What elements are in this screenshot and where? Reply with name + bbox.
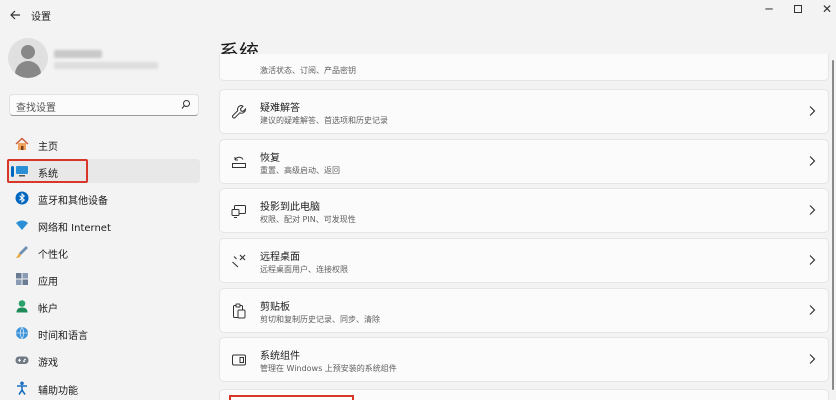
remote-desktop-icon [232, 254, 246, 268]
sidebar-item-label: 蓝牙和其他设备 [38, 196, 108, 207]
settings-card-system-components[interactable]: 系统组件 管理在 Windows 上预安装的系统组件 [219, 337, 829, 382]
chevron-right-icon [809, 354, 816, 364]
card-description: 远程桌面用户、连接权限 [260, 265, 348, 274]
settings-card-remote-desktop[interactable]: 远程桌面 远程桌面用户、连接权限 [219, 238, 829, 283]
wrench-icon [232, 104, 246, 119]
bluetooth-icon [15, 191, 29, 205]
card-title: 剪贴板 [260, 302, 290, 313]
accessibility-icon [17, 381, 27, 395]
account-icon [16, 300, 28, 313]
card-description: 权限、配对 PIN、可发现性 [260, 215, 356, 224]
sidebar-item-accounts[interactable]: 帐户 [8, 294, 200, 318]
globe-clock-icon [16, 326, 28, 340]
user-name-redacted [54, 50, 102, 58]
close-button[interactable]: ✕ [812, 0, 836, 20]
app-title: 设置 [31, 12, 51, 23]
scrollbar[interactable] [832, 60, 834, 390]
sidebar-item-accessibility[interactable]: 辅助功能 [8, 376, 200, 400]
card-title: 系统组件 [260, 351, 300, 362]
chevron-right-icon [809, 106, 816, 116]
card-title: 恢复 [260, 153, 280, 164]
sidebar-item-label: 应用 [38, 277, 58, 288]
maximize-button[interactable] [783, 0, 813, 20]
chevron-right-icon [809, 305, 816, 315]
maximize-icon [794, 5, 802, 13]
card-description: 建议的疑难解答、首选项和历史记录 [260, 116, 388, 125]
card-title: 投影到此电脑 [260, 202, 320, 213]
settings-card-activation[interactable]: 激活状态、订阅、产品密钥 [219, 54, 829, 81]
wifi-icon [16, 220, 28, 230]
clipboard-icon [233, 303, 246, 319]
sidebar-item-label: 网络和 Internet [38, 223, 111, 234]
sidebar-item-network[interactable]: 网络和 Internet [8, 213, 200, 237]
chevron-right-icon [809, 255, 816, 265]
sidebar-item-time-language[interactable]: 时间和语言 [8, 321, 200, 345]
sidebar-item-label: 主页 [38, 142, 58, 153]
chevron-right-icon [809, 156, 816, 166]
card-title: 远程桌面 [260, 252, 300, 263]
search-icon [181, 100, 190, 109]
card-title: 疑难解答 [260, 103, 300, 114]
apps-icon [16, 273, 28, 285]
settings-card-recovery[interactable]: 恢复 重置、高级启动、返回 [219, 139, 829, 184]
sidebar-item-personalization[interactable]: 个性化 [8, 240, 200, 264]
home-icon [15, 137, 29, 150]
card-description: 激活状态、订阅、产品密钥 [260, 66, 356, 75]
avatar [8, 38, 48, 78]
sidebar-item-home[interactable]: 主页 [8, 132, 200, 156]
sidebar-item-apps[interactable]: 应用 [8, 267, 200, 291]
card-description: 剪切和复制历史记录、同步、清除 [260, 315, 380, 324]
sidebar-item-gaming[interactable]: 游戏 [8, 348, 200, 372]
back-arrow-icon[interactable] [6, 6, 24, 24]
search-input[interactable]: 查找设置 [9, 94, 199, 116]
settings-card-project-to-pc[interactable]: 投影到此电脑 权限、配对 PIN、可发现性 [219, 188, 829, 233]
chevron-right-icon [809, 205, 816, 215]
sidebar-item-bluetooth[interactable]: 蓝牙和其他设备 [8, 186, 200, 210]
minimize-button[interactable]: ─ [754, 0, 784, 20]
sidebar-item-label: 辅助功能 [38, 386, 78, 397]
gamepad-icon [15, 356, 29, 364]
sidebar-item-label: 游戏 [38, 358, 58, 369]
search-placeholder: 查找设置 [16, 103, 56, 114]
card-description: 重置、高级启动、返回 [260, 166, 340, 175]
brush-icon [16, 246, 28, 258]
sidebar-item-label: 帐户 [38, 304, 58, 315]
settings-card-troubleshoot[interactable]: 疑难解答 建议的疑难解答、首选项和历史记录 [219, 89, 829, 134]
projector-icon [231, 205, 246, 218]
sidebar-item-label: 时间和语言 [38, 331, 88, 342]
title-bar: 设置 ─ ✕ [0, 0, 836, 30]
components-icon [232, 354, 246, 366]
settings-card-clipboard[interactable]: 剪贴板 剪切和复制历史记录、同步、清除 [219, 288, 829, 333]
sidebar-item-label: 个性化 [38, 250, 68, 261]
card-description: 管理在 Windows 上预安装的系统组件 [260, 364, 397, 373]
highlight-box-next [229, 395, 354, 400]
user-email-redacted [54, 62, 158, 69]
highlight-box-system [7, 159, 88, 183]
recovery-icon [232, 156, 246, 168]
